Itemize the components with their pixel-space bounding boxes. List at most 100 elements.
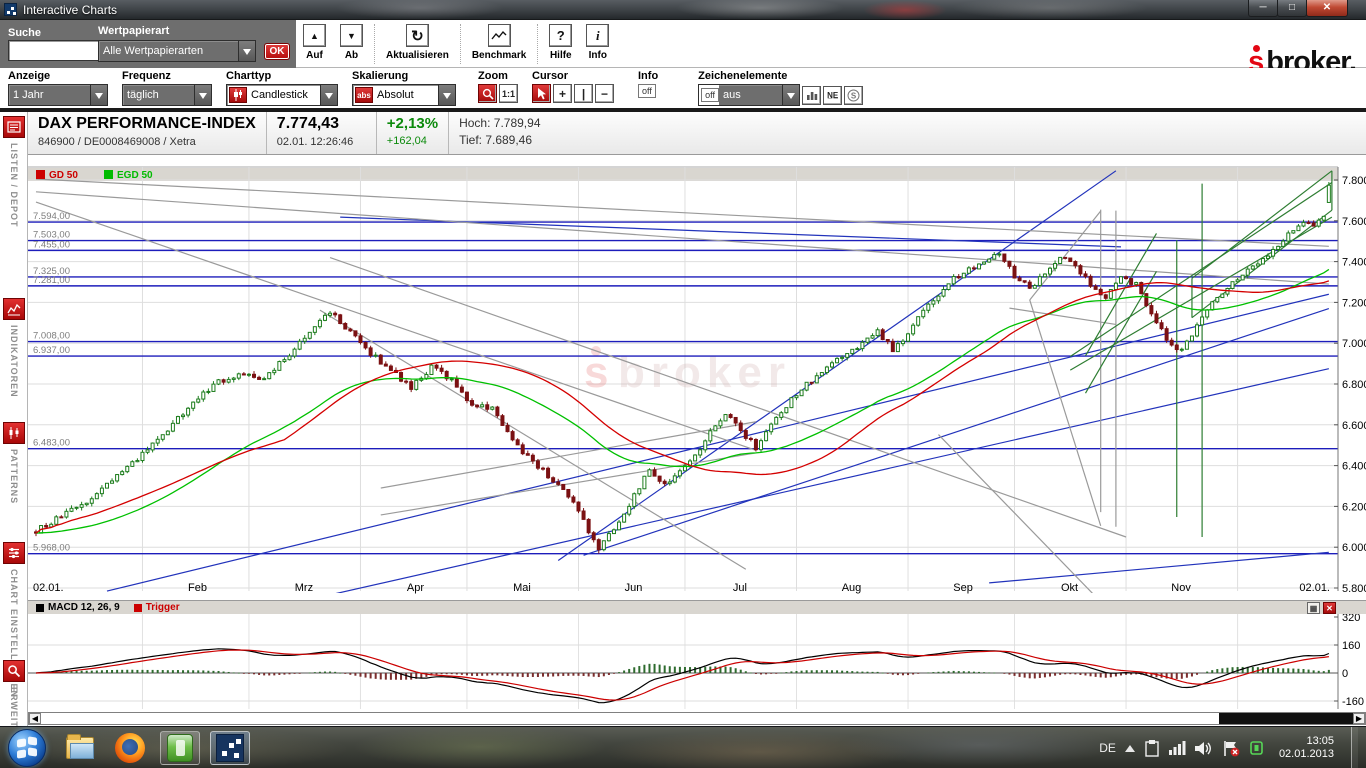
green-app-taskbar-icon[interactable] [160,731,200,765]
anzeige-dropdown[interactable]: 1 Jahr [8,84,108,106]
x-axis-label: Nov [1171,582,1191,594]
toolbar-separator [537,24,538,64]
volume-bars-icon-button[interactable] [802,86,821,105]
price-level-label: 7.594,00 [33,211,70,222]
info-button[interactable]: iInfo [579,24,616,61]
show-desktop-button[interactable] [1351,727,1358,768]
question-icon: ? [549,24,572,47]
sidebar-item-patterns[interactable]: PATTERNS [0,422,28,504]
firefox-taskbar-icon[interactable] [110,731,150,765]
auf-button[interactable]: ▲Auf [296,24,333,61]
clipboard-icon[interactable] [1144,739,1160,757]
charttyp-dropdown[interactable]: Candlestick [226,84,338,106]
security-type-value: Alle Wertpapierarten [99,41,238,61]
refresh-icon: ↻ [406,24,429,47]
price-level-label: 6.937,00 [33,345,70,356]
action-center-flag-icon[interactable] [1222,740,1240,757]
x-axis-label: Feb [188,582,207,594]
price-level-label: 7.008,00 [33,331,70,342]
macd-header: MACD 12, 26, 9 Trigger ▦ ✕ [28,600,1366,614]
macd-grid-button[interactable]: ▦ [1307,602,1320,614]
sidebar-item-list-depot[interactable]: LISTEN / DEPOT [0,116,28,228]
start-button[interactable] [8,729,46,767]
search-label: Suche [8,27,41,39]
patterns-icon [3,422,25,444]
toolbar-secondary: Anzeige 1 Jahr Frequenz täglich Charttyp [0,68,1366,108]
volume-icon[interactable] [1195,741,1213,756]
cursor-vline-button[interactable]: | [574,84,593,103]
y-axis-label: 6.400 [1342,461,1366,473]
scroll-thumb[interactable] [1219,713,1353,724]
instrument-id: 846900 / DE0008469008 / Xetra [38,136,256,148]
frequenz-dropdown[interactable]: täglich [122,84,212,106]
aktualisieren-button[interactable]: ↻Aktualisieren [379,24,456,61]
cursor-arrow-button[interactable] [532,84,551,103]
clock[interactable]: 13:05 02.01.2013 [1279,735,1334,761]
change-absolute: +162,04 [387,135,438,147]
price-level-label: 7.281,00 [33,275,70,286]
frequenz-label: Frequenz [122,70,212,82]
y-axis-label: 7.600 [1342,216,1366,228]
y-axis-label: 6.800 [1342,379,1366,391]
chevron-down-icon [90,85,107,105]
x-axis-label: Okt [1061,582,1078,594]
scroll-left-arrow[interactable]: ◀ [29,713,41,724]
trigger-legend-label: Trigger [146,602,180,613]
main-chart-panel: sbrokerGD 50EGD 507.594,007.503,007.455,… [28,155,1366,598]
x-axis-label: Mai [513,582,531,594]
trigger-legend-swatch [134,604,142,612]
security-type-label: Wertpapierart [98,25,169,37]
green-status-icon[interactable] [1249,740,1264,756]
desktop: Interactive Charts ─ □ ✕ Suche Wertpapie… [0,0,1366,768]
skalierung-label: Skalierung [352,70,456,82]
instrument-header: DAX PERFORMANCE-INDEX 846900 / DE0008469… [28,112,1366,155]
macd-canvas[interactable]: 3201600-160 [28,614,1366,710]
security-type-dropdown[interactable]: Alle Wertpapierarten [98,40,256,62]
hilfe-button[interactable]: ?Hilfe [542,24,579,61]
sidebar-item-indicators[interactable]: INDIKATOREN [0,298,28,398]
main-chart-canvas[interactable]: sbrokerGD 50EGD 507.594,007.503,007.455,… [28,155,1366,598]
group-charttyp: Charttyp Candlestick [226,70,338,108]
charts-app-taskbar-icon[interactable] [210,731,250,765]
macd-close-button[interactable]: ✕ [1323,602,1336,614]
explorer-taskbar-icon[interactable] [60,731,100,765]
zoom-magnifier-button[interactable] [478,84,497,103]
language-indicator[interactable]: DE [1099,741,1116,755]
toolbar-separator [374,24,375,64]
maximize-button[interactable]: □ [1277,0,1307,17]
macd-legend-label: MACD 12, 26, 9 [48,602,120,613]
ok-button[interactable]: OK [264,43,290,60]
minimize-button[interactable]: ─ [1248,0,1278,17]
network-signal-icon[interactable] [1169,741,1186,755]
info-toggle[interactable]: off [638,84,656,98]
close-button[interactable]: ✕ [1306,0,1348,17]
taskbar: DE 13:05 02.01.2013 [0,726,1366,768]
scroll-right-arrow[interactable]: ▶ [1353,713,1365,724]
x-axis-label: Mrz [295,582,313,594]
candlestick-icon [229,87,247,103]
macd-axis-label: 160 [1342,640,1360,652]
tray-date: 02.01.2013 [1279,748,1334,761]
indicators-icon [3,298,25,320]
group-anzeige: Anzeige 1 Jahr [8,70,108,108]
benchmark-button[interactable]: Benchmark [465,24,533,61]
skalierung-dropdown[interactable]: abs Absolut [352,84,456,106]
chevron-down-icon [438,85,455,105]
zoom-1-1-button[interactable]: 1:1 [499,84,518,103]
group-zoom: Zoom 1:1 [478,70,518,108]
change-percent: +2,13% [387,115,438,132]
chart-settings-icon [3,542,25,564]
ab-button[interactable]: ▼Ab [333,24,370,61]
instrument-name: DAX PERFORMANCE-INDEX [38,115,256,133]
cursor-cross-button[interactable]: + [553,84,572,103]
splits-icon-button[interactable]: S [844,86,863,105]
zoom-label: Zoom [478,70,518,82]
cursor-hline-button[interactable]: − [595,84,614,103]
group-frequenz: Frequenz täglich [122,70,212,108]
macd-axis-label: 320 [1342,614,1360,624]
frequenz-value: täglich [123,85,194,105]
charttyp-label: Charttyp [226,70,338,82]
tray-expand-icon[interactable] [1125,740,1135,752]
news-icon-button[interactable]: N̲E̲ [823,86,842,105]
system-tray: DE 13:05 02.01.2013 [1099,727,1358,768]
